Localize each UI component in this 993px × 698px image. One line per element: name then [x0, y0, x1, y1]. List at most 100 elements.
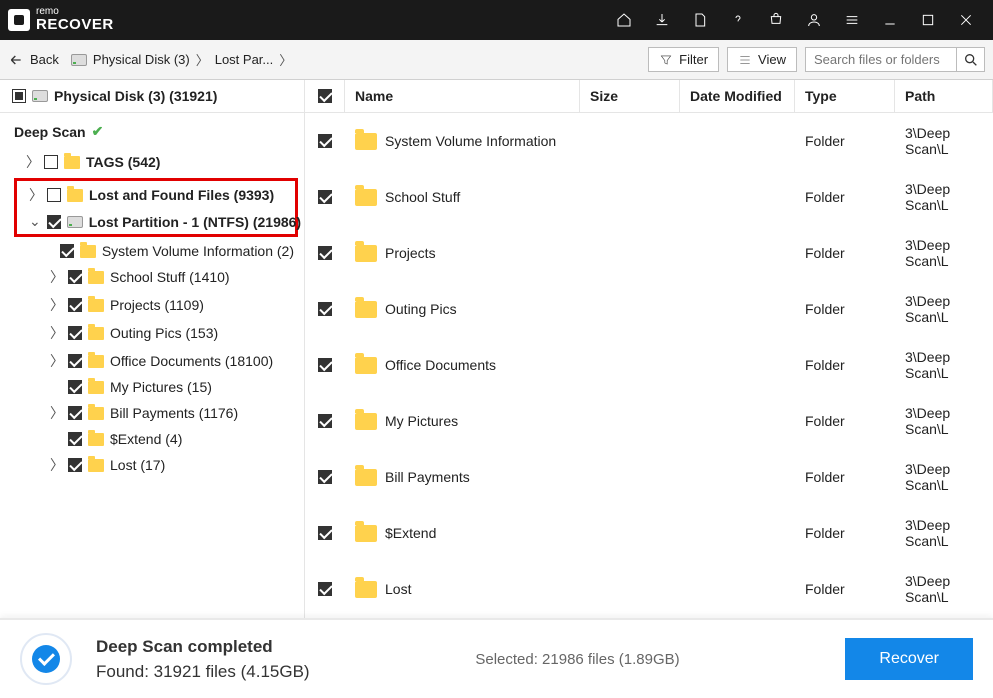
row-checkbox[interactable] — [318, 302, 332, 316]
tree-node[interactable]: System Volume Information (2) — [4, 239, 300, 263]
checkbox[interactable] — [44, 155, 58, 169]
col-size[interactable]: Size — [580, 80, 680, 112]
table-row[interactable]: Outing PicsFolder3\Deep Scan\L — [305, 281, 993, 337]
row-checkbox[interactable] — [318, 134, 332, 148]
row-date — [680, 583, 795, 595]
maximize-icon[interactable] — [909, 0, 947, 40]
drive-icon — [71, 54, 87, 66]
logo: remo RECOVER — [8, 7, 114, 33]
table-row[interactable]: School StuffFolder3\Deep Scan\L — [305, 169, 993, 225]
expand-icon[interactable]: 〉 — [50, 267, 62, 287]
expand-icon[interactable]: 〉 — [50, 323, 62, 343]
tree-node[interactable]: 〉Projects (1109) — [4, 291, 300, 319]
tree-node-lost-partition[interactable]: ⌄ Lost Partition - 1 (NTFS) (21986) — [17, 209, 295, 234]
row-type: Folder — [795, 351, 895, 379]
check-icon — [32, 645, 60, 673]
row-date — [680, 191, 795, 203]
crumb-disk[interactable]: Physical Disk (3) — [93, 52, 190, 67]
checkbox[interactable] — [47, 215, 61, 229]
checkbox[interactable] — [68, 432, 82, 446]
table-row[interactable]: ProjectsFolder3\Deep Scan\L — [305, 225, 993, 281]
checkbox[interactable] — [68, 298, 82, 312]
user-icon[interactable] — [795, 0, 833, 40]
crumb-lost[interactable]: Lost Par... — [215, 52, 274, 67]
row-checkbox[interactable] — [318, 414, 332, 428]
close-icon[interactable] — [947, 0, 985, 40]
drive-icon — [67, 216, 83, 228]
checkbox[interactable] — [68, 458, 82, 472]
home-icon[interactable] — [605, 0, 643, 40]
menu-icon[interactable] — [833, 0, 871, 40]
tree-node-label: Bill Payments (1176) — [110, 405, 238, 421]
row-checkbox[interactable] — [318, 470, 332, 484]
table-row[interactable]: Bill PaymentsFolder3\Deep Scan\L — [305, 449, 993, 505]
checkbox[interactable] — [60, 244, 74, 258]
col-path[interactable]: Path — [895, 80, 993, 112]
collapse-icon[interactable]: ⌄ — [29, 213, 41, 230]
row-name: Outing Pics — [385, 301, 457, 317]
table-row[interactable]: System Volume InformationFolder3\Deep Sc… — [305, 113, 993, 169]
checkbox[interactable] — [68, 380, 82, 394]
expand-icon[interactable]: 〉 — [50, 351, 62, 371]
download-icon[interactable] — [643, 0, 681, 40]
row-name: $Extend — [385, 525, 436, 541]
folder-icon — [88, 271, 104, 284]
tree-node[interactable]: 〉Outing Pics (153) — [4, 319, 300, 347]
tree-node-label: System Volume Information (2) — [102, 243, 294, 259]
row-checkbox[interactable] — [318, 246, 332, 260]
table-row[interactable]: Office DocumentsFolder3\Deep Scan\L — [305, 337, 993, 393]
row-checkbox[interactable] — [318, 526, 332, 540]
expand-icon[interactable]: 〉 — [50, 455, 62, 475]
tree-node-lost-found[interactable]: 〉 Lost and Found Files (9393) — [17, 181, 295, 209]
logo-icon — [8, 9, 30, 31]
row-checkbox[interactable] — [318, 190, 332, 204]
tree-root[interactable]: Physical Disk (3) (31921) — [0, 80, 304, 113]
filter-button[interactable]: Filter — [648, 47, 719, 72]
tree-node-tags[interactable]: 〉 TAGS (542) — [4, 148, 300, 176]
back-button[interactable]: Back — [8, 52, 59, 68]
expand-icon[interactable]: 〉 — [29, 185, 41, 205]
root-label: Physical Disk (3) (31921) — [54, 88, 217, 104]
row-path: 3\Deep Scan\L — [895, 455, 993, 499]
search-input[interactable] — [806, 48, 956, 71]
select-all-checkbox[interactable] — [318, 89, 332, 103]
row-type: Folder — [795, 575, 895, 603]
help-icon[interactable] — [719, 0, 757, 40]
cart-icon[interactable] — [757, 0, 795, 40]
highlight-box: 〉 Lost and Found Files (9393) ⌄ Lost Par… — [14, 178, 298, 237]
tree-node[interactable]: 〉Office Documents (18100) — [4, 347, 300, 375]
footer: Deep Scan completed Found: 31921 files (… — [0, 618, 993, 698]
recover-button[interactable]: Recover — [845, 638, 973, 680]
row-size — [580, 527, 680, 539]
table-row[interactable]: My PicturesFolder3\Deep Scan\L — [305, 393, 993, 449]
col-date[interactable]: Date Modified — [680, 80, 795, 112]
col-name[interactable]: Name — [345, 80, 580, 112]
checkbox[interactable] — [68, 326, 82, 340]
row-size — [580, 191, 680, 203]
row-size — [580, 135, 680, 147]
document-icon[interactable] — [681, 0, 719, 40]
tree-node[interactable]: My Pictures (15) — [4, 375, 300, 399]
checkbox[interactable] — [47, 188, 61, 202]
checkbox[interactable] — [68, 354, 82, 368]
checkbox[interactable] — [68, 406, 82, 420]
table-row[interactable]: LostFolder3\Deep Scan\L — [305, 561, 993, 617]
checkbox[interactable] — [68, 270, 82, 284]
table-row[interactable]: $ExtendFolder3\Deep Scan\L — [305, 505, 993, 561]
view-button[interactable]: View — [727, 47, 797, 72]
tree-node[interactable]: $Extend (4) — [4, 427, 300, 451]
row-checkbox[interactable] — [318, 582, 332, 596]
search-button[interactable] — [956, 48, 984, 71]
expand-icon[interactable]: 〉 — [50, 403, 62, 423]
tree-node[interactable]: 〉Lost (17) — [4, 451, 300, 479]
tree-node[interactable]: 〉School Stuff (1410) — [4, 263, 300, 291]
tree-node[interactable]: 〉 Bill Payments (1176) — [4, 399, 300, 427]
col-type[interactable]: Type — [795, 80, 895, 112]
row-type: Folder — [795, 127, 895, 155]
minimize-icon[interactable] — [871, 0, 909, 40]
expand-icon[interactable]: 〉 — [50, 295, 62, 315]
folder-icon — [355, 469, 377, 486]
row-checkbox[interactable] — [318, 358, 332, 372]
expand-icon[interactable]: 〉 — [26, 152, 38, 172]
root-checkbox[interactable] — [12, 89, 26, 103]
